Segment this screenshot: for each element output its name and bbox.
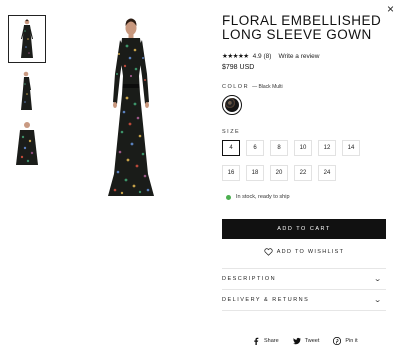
chevron-down-icon: ⌄ [373,276,384,283]
size-options: 4 6 8 10 12 14 16 18 20 22 24 [222,140,386,181]
stock-text: In stock, ready to ship [236,194,290,200]
twitter-icon [292,337,301,345]
share-pinterest-button[interactable]: Pin it [333,337,358,345]
thumbnail-list [8,15,46,173]
heart-icon [264,248,273,256]
rating-value: 4.9 (8) [252,52,272,60]
color-label: COLOR [222,84,250,90]
size-option-6[interactable]: 6 [246,140,264,156]
product-accordion: DESCRIPTION ⌄ DELIVERY & RETURNS ⌄ [222,268,386,311]
write-review-link[interactable]: Write a review [278,53,319,60]
size-option-8[interactable]: 8 [270,140,288,156]
size-option-18[interactable]: 18 [246,165,264,181]
stock-status: In stock, ready to ship [222,194,386,200]
close-icon[interactable]: × [387,3,394,15]
share-label: Share [264,338,279,344]
color-label-row: COLOR — Black Multi [222,84,386,90]
accordion-description-label: DESCRIPTION [222,276,277,282]
product-price: $798 USD [222,64,255,71]
accordion-description[interactable]: DESCRIPTION ⌄ [222,269,386,290]
accordion-delivery-returns[interactable]: DELIVERY & RETURNS ⌄ [222,290,386,311]
thumbnail-front[interactable] [8,15,46,63]
wishlist-label: ADD TO WISHLIST [276,249,345,255]
thumbnail-side[interactable] [10,69,44,113]
pinterest-icon [333,337,342,345]
size-label-row: SIZE [222,129,386,135]
add-to-wishlist-button[interactable]: ADD TO WISHLIST [222,248,386,256]
color-selected-name: — Black Multi [252,84,283,90]
share-bar: Share Tweet Pin it [252,337,358,345]
size-option-22[interactable]: 22 [294,165,312,181]
size-option-12[interactable]: 12 [318,140,336,156]
product-title: FLORAL EMBELLISHED LONG SLEEVE GOWN [222,13,382,42]
rating-row: ★★★★★ 4.9 (8) Write a review [222,52,386,61]
tweet-label: Tweet [304,338,320,344]
add-to-cart-button[interactable]: ADD TO CART [222,219,386,239]
product-info-panel: FLORAL EMBELLISHED LONG SLEEVE GOWN ★★★★… [222,14,386,311]
main-product-image[interactable] [82,14,180,200]
pin-label: Pin it [345,338,358,344]
share-facebook-button[interactable]: Share [252,337,279,345]
color-swatch-black-multi[interactable] [222,95,242,115]
size-label: SIZE [222,129,241,135]
accordion-delivery-label: DELIVERY & RETURNS [222,297,310,303]
swatch-pattern [225,98,239,112]
size-option-14[interactable]: 14 [342,140,360,156]
size-option-20[interactable]: 20 [270,165,288,181]
size-option-16[interactable]: 16 [222,165,240,181]
size-option-24[interactable]: 24 [318,165,336,181]
size-option-4[interactable]: 4 [222,140,240,156]
facebook-icon [254,337,259,345]
in-stock-dot-icon [226,194,231,200]
thumbnail-detail[interactable] [10,121,44,165]
chevron-down-icon: ⌄ [373,297,384,304]
share-twitter-button[interactable]: Tweet [292,337,320,345]
size-option-10[interactable]: 10 [294,140,312,156]
star-rating-icon: ★★★★★ [222,53,249,60]
